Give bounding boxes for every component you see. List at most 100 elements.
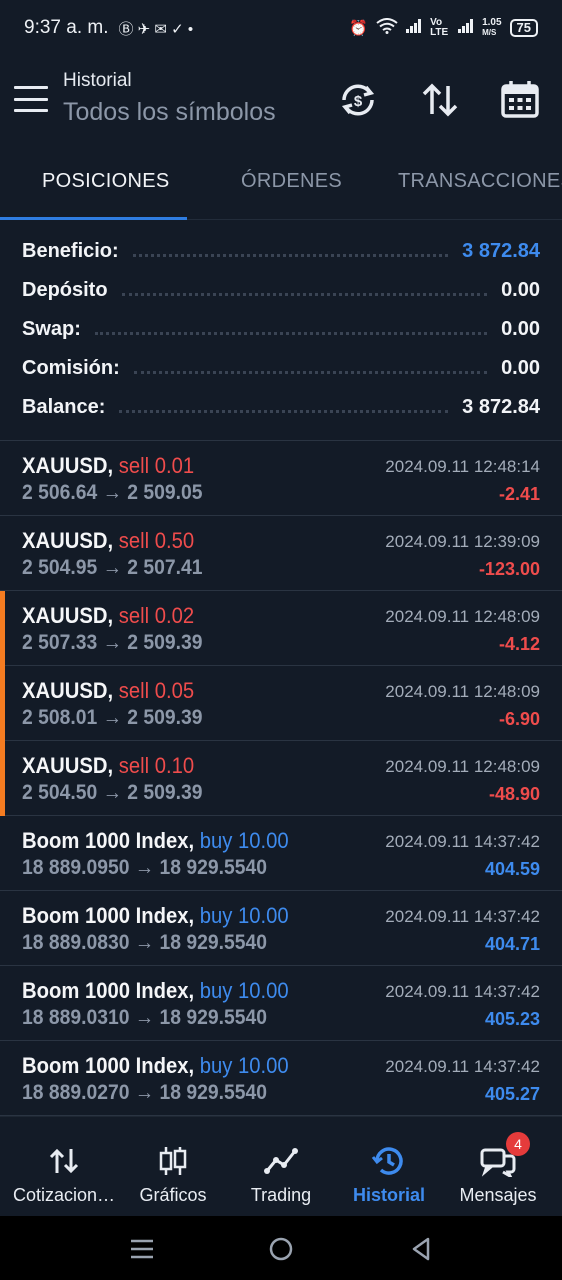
bottom-navigation: Cotizacion… Gráficos Trading Historial 4… bbox=[0, 1116, 562, 1216]
position-profit: 404.71 bbox=[484, 934, 540, 954]
position-time: 2024.09.11 14:37:42 bbox=[385, 832, 540, 851]
positions-list: XAUUSD, sell 0.01 2 506.64 → 2 509.05 20… bbox=[0, 441, 562, 1116]
summary-value-commission: 0.00 bbox=[501, 357, 540, 379]
nav-history[interactable]: Historial bbox=[333, 1117, 445, 1217]
position-prices: 2 507.33 → 2 509.39 bbox=[22, 631, 203, 654]
position-side: buy 10.00 bbox=[199, 828, 289, 853]
position-side: buy 10.00 bbox=[199, 1053, 289, 1078]
position-symbol: XAUUSD, bbox=[22, 453, 114, 478]
home-icon[interactable] bbox=[266, 1234, 296, 1264]
nav-trading[interactable]: Trading bbox=[225, 1117, 337, 1217]
position-prices: 18 889.0310 → 18 929.5540 bbox=[22, 1006, 267, 1029]
position-prices: 2 506.64 → 2 509.05 bbox=[22, 481, 203, 504]
tab-bar: POSICIONES ÓRDENES TRANSACCIONES bbox=[0, 150, 562, 220]
tab-orders[interactable]: ÓRDENES bbox=[241, 170, 342, 193]
symbol-filter-icon[interactable]: $ bbox=[336, 78, 380, 122]
position-side: buy 10.00 bbox=[199, 978, 289, 1003]
position-symbol: Boom 1000 Index, bbox=[22, 828, 195, 853]
position-side: sell 0.05 bbox=[118, 678, 195, 703]
signal-icon bbox=[406, 19, 422, 37]
dot-leader bbox=[94, 332, 488, 335]
position-time: 2024.09.11 12:48:14 bbox=[385, 457, 540, 476]
position-prices: 18 889.0270 → 18 929.5540 bbox=[22, 1081, 267, 1104]
summary-label: Comisión: bbox=[22, 357, 120, 379]
summary-panel: Beneficio: 3 872.84 Depósito 0.00 Swap: … bbox=[22, 232, 540, 427]
position-row[interactable]: XAUUSD, sell 0.05 2 508.01 → 2 509.39 20… bbox=[0, 666, 562, 741]
net-speed-unit: M/S bbox=[482, 28, 497, 37]
page-title: Todos los símbolos bbox=[63, 98, 276, 126]
position-profit: 404.59 bbox=[484, 859, 540, 879]
header-titles[interactable]: Historial Todos los símbolos bbox=[63, 70, 276, 127]
position-row[interactable]: XAUUSD, sell 0.50 2 504.95 → 2 507.41 20… bbox=[0, 516, 562, 591]
battery-indicator: 75 bbox=[509, 19, 538, 37]
position-symbol: Boom 1000 Index, bbox=[22, 1053, 195, 1078]
nav-quotes[interactable]: Cotizacion… bbox=[8, 1117, 120, 1217]
position-symbol: XAUUSD, bbox=[22, 678, 114, 703]
summary-row-commission: Comisión: 0.00 bbox=[22, 349, 540, 388]
svg-text:$: $ bbox=[354, 93, 363, 110]
position-row[interactable]: Boom 1000 Index, buy 10.00 18 889.0270 →… bbox=[0, 1041, 562, 1116]
notification-icons: Ⓑ ✈ ✉ ✓ • bbox=[118, 20, 194, 38]
position-time: 2024.09.11 14:37:42 bbox=[385, 1057, 540, 1076]
menu-icon[interactable] bbox=[14, 86, 48, 112]
position-row[interactable]: XAUUSD, sell 0.02 2 507.33 → 2 509.39 20… bbox=[0, 591, 562, 666]
back-icon[interactable] bbox=[406, 1234, 436, 1264]
position-profit: 405.27 bbox=[484, 1084, 540, 1104]
position-prices: 18 889.0830 → 18 929.5540 bbox=[22, 931, 267, 954]
summary-row-swap: Swap: 0.00 bbox=[22, 310, 540, 349]
position-side: sell 0.01 bbox=[118, 453, 195, 478]
net-speed: 1.05 M/S bbox=[482, 18, 501, 38]
summary-row-balance: Balance: 3 872.84 bbox=[22, 388, 540, 427]
position-time: 2024.09.11 12:48:09 bbox=[385, 682, 540, 701]
position-profit: -4.12 bbox=[498, 634, 540, 654]
alarm-icon: ⏰ bbox=[349, 20, 369, 37]
candlestick-icon bbox=[159, 1147, 187, 1175]
page-subtitle: Historial bbox=[63, 70, 132, 91]
status-time: 9:37 a. m. bbox=[24, 17, 109, 38]
recent-apps-icon[interactable] bbox=[127, 1234, 157, 1264]
position-profit: -123.00 bbox=[478, 559, 540, 579]
position-profit: -48.90 bbox=[488, 784, 540, 804]
position-symbol: XAUUSD, bbox=[22, 528, 114, 553]
position-row[interactable]: XAUUSD, sell 0.01 2 506.64 → 2 509.05 20… bbox=[0, 441, 562, 516]
dot-leader bbox=[119, 410, 449, 413]
nav-charts[interactable]: Gráficos bbox=[117, 1117, 229, 1217]
position-row[interactable]: Boom 1000 Index, buy 10.00 18 889.0830 →… bbox=[0, 891, 562, 966]
dot-leader bbox=[132, 254, 449, 257]
summary-value-balance: 3 872.84 bbox=[462, 396, 540, 418]
position-side: buy 10.00 bbox=[199, 903, 289, 928]
tab-transactions[interactable]: TRANSACCIONES bbox=[398, 170, 562, 193]
unread-badge: 4 bbox=[506, 1132, 530, 1156]
position-symbol: XAUUSD, bbox=[22, 753, 114, 778]
position-time: 2024.09.11 12:39:09 bbox=[385, 532, 540, 551]
position-side: sell 0.10 bbox=[118, 753, 195, 778]
trading-line-icon bbox=[264, 1148, 298, 1174]
calendar-icon[interactable] bbox=[498, 78, 542, 122]
nav-label: Historial bbox=[352, 1185, 426, 1205]
dot-leader bbox=[133, 371, 488, 374]
app-header: Historial Todos los símbolos $ bbox=[0, 56, 562, 148]
position-row[interactable]: Boom 1000 Index, buy 10.00 18 889.0950 →… bbox=[0, 816, 562, 891]
summary-label: Depósito bbox=[22, 279, 108, 301]
summary-label: Beneficio: bbox=[22, 240, 119, 262]
summary-row-deposit: Depósito 0.00 bbox=[22, 271, 540, 310]
nav-label: Cotizacion… bbox=[12, 1185, 116, 1205]
nav-messages[interactable]: 4 Mensajes bbox=[442, 1117, 554, 1217]
position-row[interactable]: XAUUSD, sell 0.10 2 504.50 → 2 509.39 20… bbox=[0, 741, 562, 816]
position-time: 2024.09.11 14:37:42 bbox=[385, 982, 540, 1001]
position-row[interactable]: Boom 1000 Index, buy 10.00 18 889.0310 →… bbox=[0, 966, 562, 1041]
sort-icon[interactable] bbox=[418, 78, 462, 122]
position-time: 2024.09.11 12:48:09 bbox=[385, 607, 540, 626]
system-navigation-bar bbox=[0, 1216, 562, 1280]
tab-positions[interactable]: POSICIONES bbox=[42, 170, 169, 193]
position-symbol: Boom 1000 Index, bbox=[22, 978, 195, 1003]
position-prices: 18 889.0950 → 18 929.5540 bbox=[22, 856, 267, 879]
quotes-arrows-icon bbox=[49, 1148, 79, 1174]
wifi-icon bbox=[376, 18, 398, 38]
nav-label: Trading bbox=[250, 1185, 312, 1205]
summary-label: Swap: bbox=[22, 318, 81, 340]
position-prices: 2 504.95 → 2 507.41 bbox=[22, 556, 203, 579]
position-symbol: Boom 1000 Index, bbox=[22, 903, 195, 928]
summary-value-deposit: 0.00 bbox=[501, 279, 540, 301]
position-time: 2024.09.11 14:37:42 bbox=[385, 907, 540, 926]
